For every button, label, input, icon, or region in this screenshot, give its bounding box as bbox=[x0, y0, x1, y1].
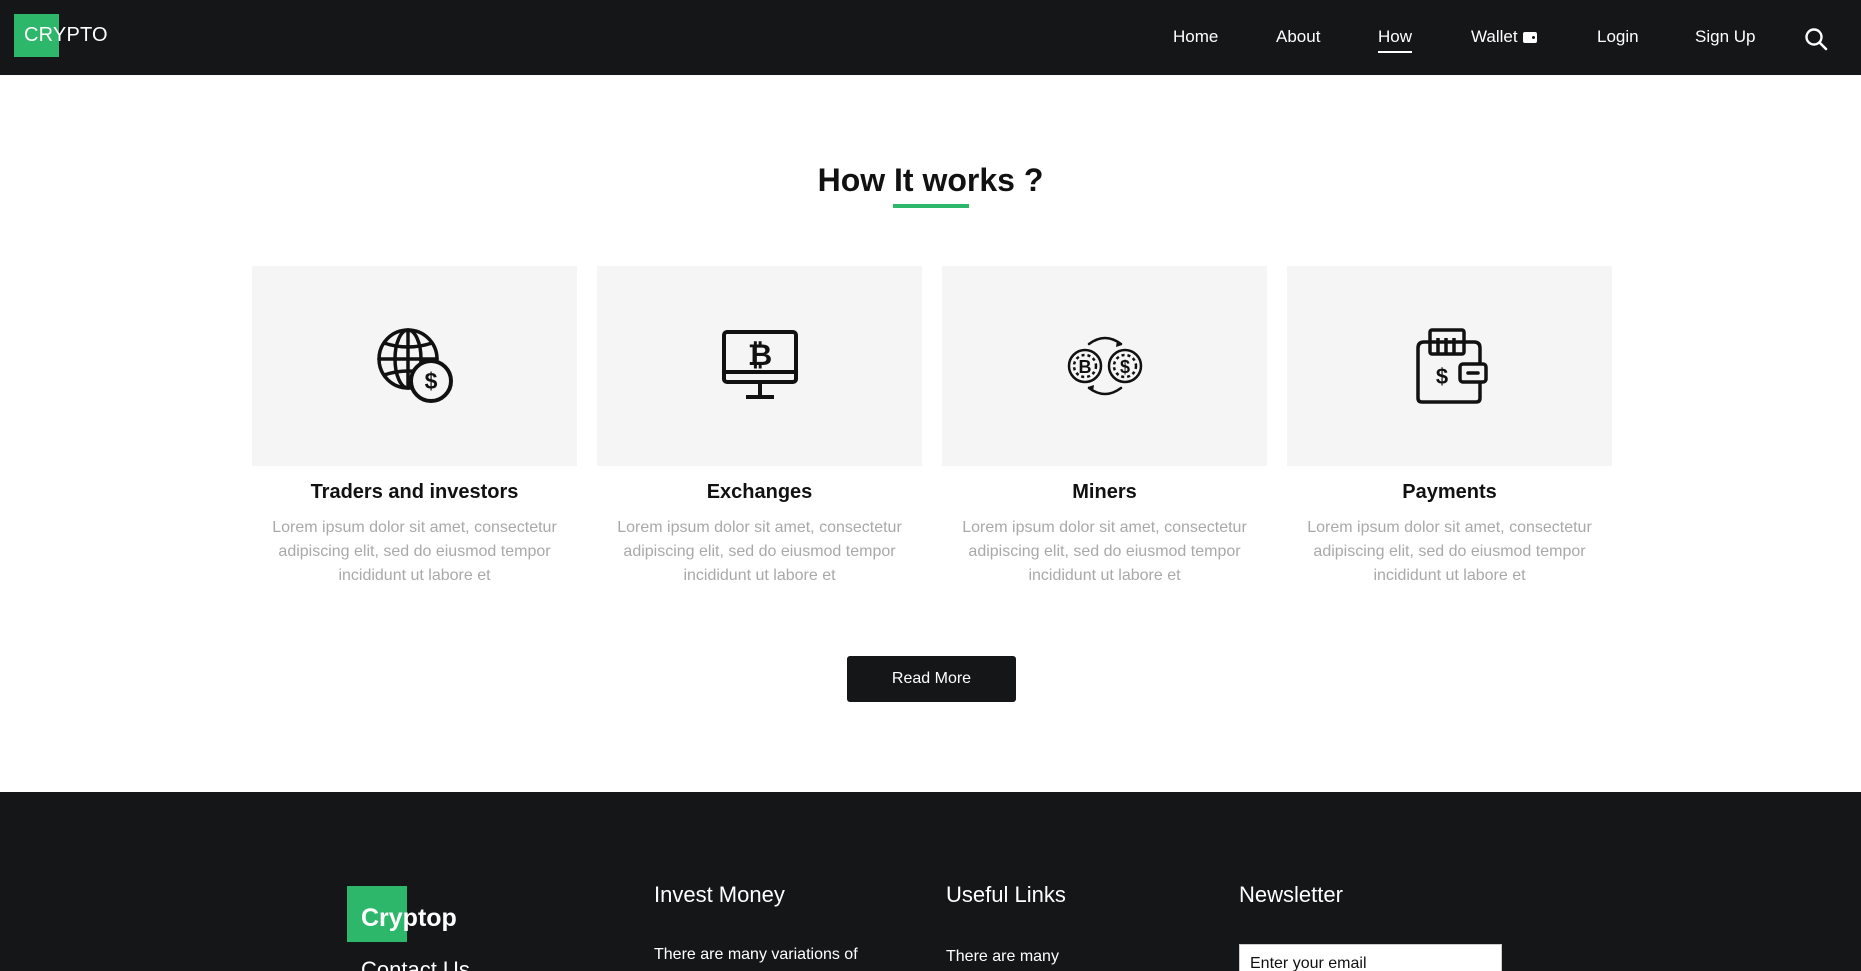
footer-logo[interactable]: Cryptop bbox=[361, 904, 457, 933]
nav-wallet[interactable]: Wallet bbox=[1471, 27, 1537, 47]
card-exchanges: ₿ Exchanges Lorem ipsum dolor sit amet, … bbox=[597, 266, 922, 588]
top-navbar: CRYPTO Home About How Wallet Login Sign … bbox=[0, 0, 1861, 75]
card-icon-box: ₿ bbox=[597, 266, 922, 466]
svg-text:$: $ bbox=[1435, 364, 1447, 389]
card-title: Traders and investors bbox=[310, 481, 519, 503]
section-title: How It works ? bbox=[817, 162, 1044, 198]
card-payments: $ Payments Lorem ipsum dolor sit amet, c… bbox=[1287, 266, 1612, 588]
svg-text:B: B bbox=[1078, 357, 1091, 377]
card-description: Lorem ipsum dolor sit amet, consectetur … bbox=[962, 519, 1247, 584]
card-title: Miners bbox=[1072, 481, 1137, 503]
card-miners: B $ Miners Lorem ipsum dolor sit amet, c… bbox=[942, 266, 1267, 588]
footer-links-heading: Useful Links bbox=[946, 882, 1066, 907]
footer: Cryptop Contact Us Invest Money There ar… bbox=[0, 792, 1861, 971]
svg-text:₿: ₿ bbox=[747, 339, 771, 372]
svg-text:$: $ bbox=[424, 368, 437, 394]
footer-contact-link[interactable]: Contact Us bbox=[361, 957, 470, 971]
card-icon-box: $ bbox=[252, 266, 577, 466]
footer-invest-heading: Invest Money bbox=[654, 882, 785, 907]
card-traders: $ Traders and investors Lorem ipsum dolo… bbox=[252, 266, 577, 588]
brand-logo[interactable]: CRYPTO bbox=[14, 14, 108, 57]
search-icon[interactable] bbox=[1804, 27, 1828, 51]
nav-login[interactable]: Login bbox=[1597, 27, 1639, 47]
wallet-icon: $ bbox=[1415, 328, 1488, 404]
read-more-button[interactable]: Read More bbox=[847, 656, 1016, 702]
wallet-icon bbox=[1522, 32, 1537, 43]
brand-logo-text: CRYPTO bbox=[24, 24, 108, 46]
footer-newsletter-heading: Newsletter bbox=[1239, 882, 1343, 907]
nav-how[interactable]: How bbox=[1378, 27, 1413, 53]
title-underline bbox=[893, 204, 969, 208]
card-description: Lorem ipsum dolor sit amet, consectetur … bbox=[617, 519, 902, 584]
card-icon-box: B $ bbox=[942, 266, 1267, 466]
card-description: Lorem ipsum dolor sit amet, consectetur … bbox=[272, 519, 557, 584]
footer-invest-text: There are many variations of bbox=[654, 946, 858, 963]
footer-links-text: There are many bbox=[946, 948, 1059, 965]
nav-wallet-label: Wallet bbox=[1471, 27, 1518, 46]
card-title: Exchanges bbox=[706, 481, 813, 503]
globe-dollar-icon: $ bbox=[376, 328, 453, 403]
nav-sign-up[interactable]: Sign Up bbox=[1695, 27, 1755, 47]
bitcoin-dollar-exchange-icon: B $ bbox=[1067, 336, 1142, 396]
bitcoin-monitor-icon: ₿ bbox=[721, 330, 798, 399]
nav-home[interactable]: Home bbox=[1173, 27, 1218, 47]
nav-about[interactable]: About bbox=[1276, 27, 1320, 47]
card-icon-box: $ bbox=[1287, 266, 1612, 466]
newsletter-email-input[interactable] bbox=[1239, 944, 1502, 971]
card-description: Lorem ipsum dolor sit amet, consectetur … bbox=[1307, 519, 1592, 584]
card-title: Payments bbox=[1402, 481, 1497, 503]
svg-text:$: $ bbox=[1119, 357, 1129, 377]
